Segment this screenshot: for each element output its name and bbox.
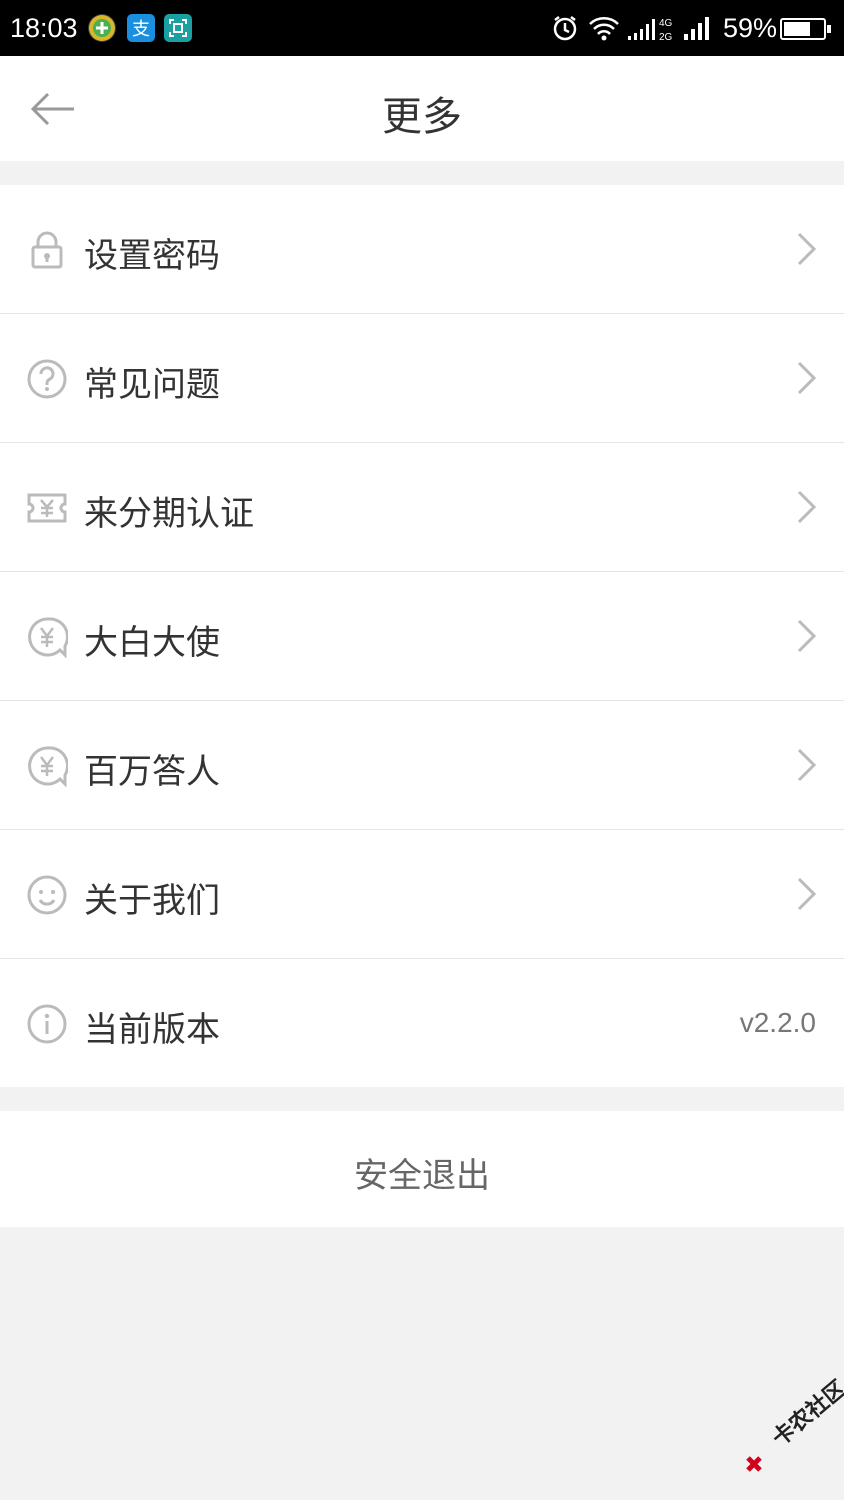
yen-bubble-icon xyxy=(26,745,70,788)
alipay-icon: 支 xyxy=(127,14,155,42)
chevron-right-icon xyxy=(794,360,818,396)
menu-item-label: 当前版本 xyxy=(84,1010,220,1050)
svg-text:2G: 2G xyxy=(659,32,673,42)
app-plus-icon xyxy=(88,14,116,42)
info-icon xyxy=(26,1003,68,1045)
yen-ticket-icon xyxy=(26,487,68,529)
menu-item-about-us[interactable]: 关于我们 xyxy=(0,830,844,959)
menu-item-label: 关于我们 xyxy=(84,881,220,921)
alarm-icon xyxy=(552,14,578,47)
wifi-icon xyxy=(588,14,620,47)
scan-icon xyxy=(164,14,192,42)
smiley-icon xyxy=(26,874,68,916)
settings-list: 设置密码 常见问题 来分期认证 大白大使 百万答人 关于我们 当前版本 v2.2… xyxy=(0,185,844,1087)
svg-text:4G: 4G xyxy=(659,18,673,29)
menu-item-label: 百万答人 xyxy=(84,752,220,792)
battery-icon xyxy=(780,18,831,40)
signal-icon xyxy=(682,14,712,47)
version-value: v2.2.0 xyxy=(739,1007,816,1038)
svg-text:支: 支 xyxy=(132,19,150,40)
chevron-right-icon xyxy=(794,618,818,654)
logout-label: 安全退出 xyxy=(354,1156,490,1196)
chevron-right-icon xyxy=(794,747,818,783)
status-time: 18:03 xyxy=(10,13,78,43)
menu-item-installment-verification[interactable]: 来分期认证 xyxy=(0,443,844,572)
chevron-right-icon xyxy=(794,231,818,267)
menu-item-label: 大白大使 xyxy=(84,623,220,663)
lock-icon xyxy=(26,229,68,271)
menu-item-set-password[interactable]: 设置密码 xyxy=(0,185,844,314)
menu-item-label: 来分期认证 xyxy=(84,494,254,534)
status-bar: 18:03 支 4G 2G 59% xyxy=(0,0,844,56)
menu-item-label: 设置密码 xyxy=(84,236,220,276)
chevron-right-icon xyxy=(794,489,818,525)
battery-percent: 59% xyxy=(723,13,778,43)
menu-item-label: 常见问题 xyxy=(84,365,220,405)
menu-item-million-answers[interactable]: 百万答人 xyxy=(0,701,844,830)
menu-item-current-version: 当前版本 v2.2.0 xyxy=(0,959,844,1087)
signal-4g-icon: 4G 2G xyxy=(626,14,678,47)
yen-bubble-icon xyxy=(26,616,70,659)
menu-item-faq[interactable]: 常见问题 xyxy=(0,314,844,443)
logout-button[interactable]: 安全退出 xyxy=(0,1111,844,1227)
chevron-right-icon xyxy=(794,876,818,912)
page-title: 更多 xyxy=(382,94,462,140)
menu-item-ambassador[interactable]: 大白大使 xyxy=(0,572,844,701)
app-header: 更多 xyxy=(0,56,844,161)
question-circle-icon xyxy=(26,358,68,400)
